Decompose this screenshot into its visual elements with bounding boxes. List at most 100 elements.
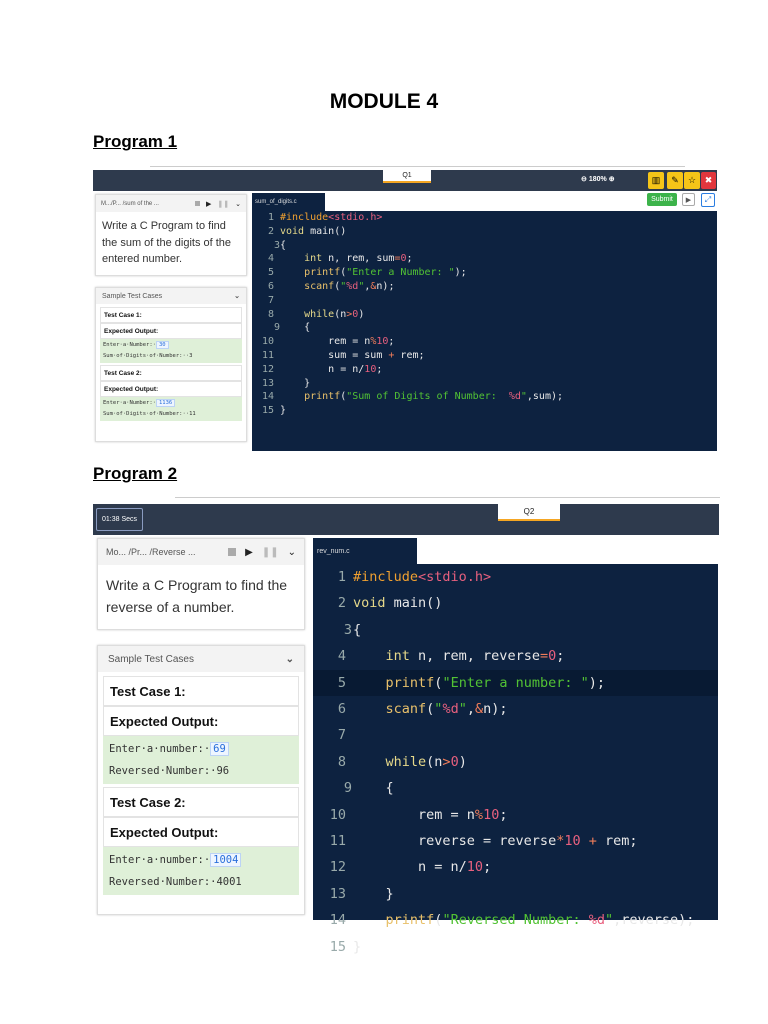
code-token: "Enter a Number: ": [346, 267, 455, 279]
code-line: 9 {: [313, 775, 718, 801]
play-icon[interactable]: ▶: [206, 200, 211, 208]
line-number: 9: [273, 322, 280, 334]
question-panel: Mo... /Pr... /Reverse ... ▶ ❚❚ ⌄ Write a C…: [97, 538, 305, 630]
code-line: 6 scanf(" %d ", & n);: [252, 280, 717, 294]
code-token: ;: [556, 648, 565, 665]
submit-button[interactable]: Submit: [647, 193, 677, 206]
code-token: ;: [376, 363, 383, 375]
chevron-down-icon[interactable]: ⌄: [288, 547, 296, 558]
output-line: Reversed·Number:·4001: [109, 876, 242, 888]
close-button[interactable]: ✖: [701, 172, 716, 189]
output-line: Enter·a·Number:· 1136: [103, 398, 239, 409]
code-token: printf: [304, 391, 341, 403]
code-token: (: [434, 912, 443, 929]
line-number: 12: [261, 363, 274, 375]
play-icon: ▶: [685, 196, 692, 204]
output-text: Enter·a·number:·: [109, 743, 211, 755]
chevron-down-icon[interactable]: ⌄: [286, 654, 294, 665]
code-token: {: [353, 621, 362, 638]
tab-q2[interactable]: Q2: [498, 504, 560, 521]
input-value: 69: [210, 742, 229, 756]
line-number: 9: [343, 780, 352, 797]
expected-output-label: Expected Output:: [100, 381, 242, 397]
code-token: &: [474, 701, 484, 718]
code-line: 7: [252, 294, 717, 308]
code-token: rem = n: [280, 336, 371, 348]
code-token: (: [426, 701, 435, 718]
test-case: Test Case 2: Expected Output: Enter·a·numb…: [103, 787, 299, 895]
star-icon: ☆: [687, 175, 697, 185]
code-token: printf: [304, 267, 341, 279]
code-token: );: [588, 674, 606, 691]
question-text: Write a C Program to find the sum of the…: [102, 220, 232, 265]
output-line: Sum·of·Digits·of·Number:··3: [103, 353, 193, 359]
code-line: 12 n = n/10;: [252, 363, 717, 377]
code-token: n, rem, sum: [322, 253, 395, 265]
code-token: ;: [406, 253, 413, 265]
code-editor[interactable]: 1 #include <stdio.h> 2 void main() 3{4 int n,…: [252, 211, 717, 451]
line-number: 4: [267, 253, 274, 265]
code-line: 9 {: [252, 321, 717, 335]
output-line: Enter·a·number:· 1004: [109, 849, 293, 871]
test-case-name: Test Case 1:: [100, 307, 242, 323]
code-token: <stdio.h>: [328, 212, 383, 223]
stop-icon[interactable]: [195, 201, 200, 206]
expected-output-label: Expected Output:: [100, 323, 242, 339]
code-token: n = n/: [353, 859, 467, 876]
file-tab[interactable]: sum_of_digits.c: [252, 193, 325, 211]
fullscreen-button[interactable]: ⤢: [701, 193, 715, 207]
code-line: 10 rem = n% 10;: [313, 802, 718, 828]
pause-icon[interactable]: ❚❚: [262, 547, 279, 558]
code-line: 10 rem = n% 10;: [252, 335, 717, 349]
test-case-name: Test Case 2:: [103, 787, 299, 817]
code-token: 10: [466, 859, 484, 876]
breadcrumb[interactable]: Mo... /Pr... /Reverse ...: [106, 547, 196, 557]
output-text: Enter·a·Number:·: [103, 400, 156, 406]
stats-button[interactable]: ▥: [648, 172, 664, 189]
chevron-down-icon[interactable]: ⌄: [234, 292, 240, 300]
zoom-in-icon[interactable]: ⊕: [609, 175, 615, 183]
code-token: 10: [564, 833, 581, 850]
code-token: (n: [426, 753, 443, 770]
stop-icon[interactable]: [228, 548, 237, 556]
expected-output: Enter·a·number:· 69 Reversed·Number:·96: [103, 736, 299, 784]
tab-q1[interactable]: Q1: [383, 170, 431, 183]
code-token: >: [442, 753, 451, 770]
program-1-heading: Program 1: [93, 132, 178, 151]
play-icon[interactable]: ▶: [245, 547, 253, 558]
output-text: Enter·a·Number:·: [103, 342, 156, 348]
edit-button[interactable]: ✎: [667, 172, 683, 189]
code-token: %d: [346, 280, 359, 292]
output-line: Sum·of·Digits·of·Number:··11: [103, 411, 196, 417]
page-title: MODULE 4: [329, 90, 439, 113]
divider: [150, 166, 685, 167]
line-number: 6: [337, 701, 346, 718]
breadcrumb[interactable]: M.../P... /sum of the ...: [101, 201, 159, 207]
code-token: *: [556, 833, 565, 850]
code-editor[interactable]: 1 #include <stdio.h> 2 void main() 3{4 int n,…: [313, 564, 718, 955]
code-token: "Reversed Number:: [442, 912, 589, 929]
run-button[interactable]: ▶: [682, 193, 695, 206]
code-token: n, rem, reverse: [409, 648, 540, 665]
code-line: 4 int n, rem, sum = 0;: [252, 252, 717, 266]
code-line: 14 printf("Reversed Number: %d " ,reverse)…: [313, 907, 718, 933]
zoom-level: 180%: [588, 175, 607, 183]
output-line: Enter·a·Number:· 30: [103, 340, 239, 351]
zoom-out-icon[interactable]: ⊖: [581, 175, 587, 183]
bookmark-button[interactable]: ☆: [684, 172, 700, 189]
code-line: 14 printf("Sum of Digits of Number: %d ",…: [252, 390, 717, 404]
code-token: =: [539, 648, 549, 665]
chevron-down-icon[interactable]: ⌄: [235, 200, 241, 208]
file-tab[interactable]: rev_num.c: [313, 538, 417, 564]
code-token: {: [280, 322, 311, 334]
code-token: scanf: [304, 280, 335, 292]
pause-icon[interactable]: ❚❚: [217, 200, 229, 208]
line-number: 12: [329, 859, 346, 876]
code-token: n);: [483, 701, 508, 718]
code-line: 13 }: [313, 881, 718, 907]
line-number: 5: [337, 674, 346, 691]
code-line: 8 while (n >0): [313, 749, 718, 775]
